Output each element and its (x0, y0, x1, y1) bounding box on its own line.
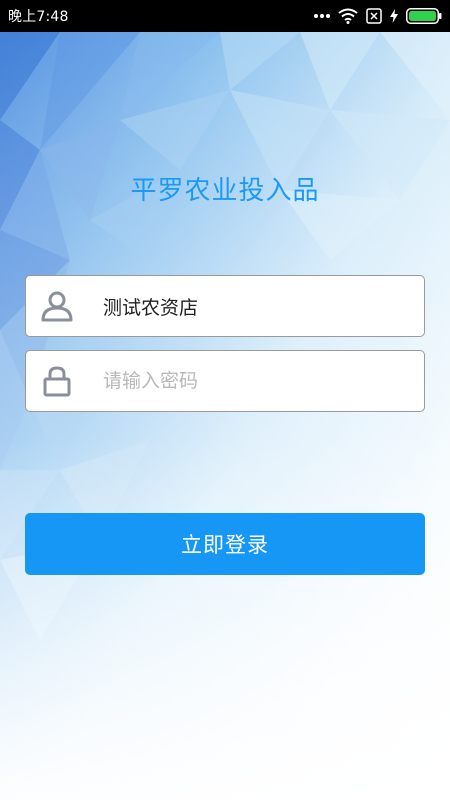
status-bar: 晚上7:48 (0, 0, 450, 32)
battery-icon (406, 8, 442, 24)
more-dots-icon (314, 13, 330, 19)
charging-bolt-icon (390, 9, 398, 23)
login-button[interactable]: 立即登录 (25, 513, 425, 575)
status-time: 晚上7:48 (8, 9, 69, 25)
sim-blocked-icon (366, 8, 382, 24)
username-input[interactable] (103, 286, 403, 326)
app-title: 平罗农业投入品 (130, 176, 320, 206)
wifi-icon (338, 8, 358, 24)
username-field-container (25, 275, 425, 337)
status-icons (314, 0, 442, 32)
password-field-container (25, 350, 425, 412)
lock-icon (38, 362, 76, 400)
user-icon (38, 287, 76, 325)
password-input[interactable] (103, 361, 403, 401)
